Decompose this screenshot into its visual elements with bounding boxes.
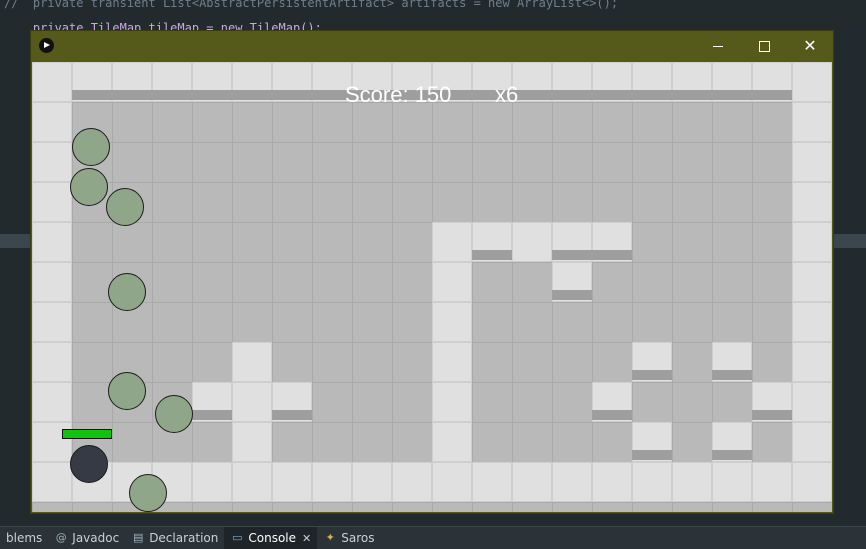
enemy	[72, 128, 110, 166]
wall-shadow	[552, 250, 592, 260]
at-sign-icon: @	[55, 531, 67, 544]
wall-shadow	[712, 370, 752, 380]
wall-tile	[32, 142, 72, 182]
wall-tile	[432, 302, 472, 342]
wall-shadow	[712, 450, 752, 460]
wall-tile	[32, 222, 72, 262]
wall-tile	[472, 462, 512, 502]
tab-label: blems	[6, 531, 43, 545]
wall-tile	[712, 462, 752, 502]
wall-tile	[792, 142, 832, 182]
tab-label: Javadoc	[72, 531, 120, 545]
enemy	[108, 372, 146, 410]
wall-tile	[232, 342, 272, 382]
wall-shadow	[272, 410, 312, 420]
wall-tile	[792, 62, 832, 102]
wall-tile	[32, 102, 72, 142]
minimize-icon	[713, 46, 723, 47]
wall-tile	[432, 382, 472, 422]
wall-shadow	[472, 250, 512, 260]
app-play-icon	[39, 38, 54, 53]
wall-shadow	[592, 410, 632, 420]
wall-tile	[432, 342, 472, 382]
tab-label: Console	[248, 531, 297, 545]
wall-tile	[432, 262, 472, 302]
close-icon[interactable]: ✕	[302, 532, 311, 545]
wall-tile	[32, 382, 72, 422]
close-icon: ✕	[803, 36, 817, 55]
wall-shadow	[632, 370, 672, 380]
wall-tile	[32, 302, 72, 342]
wall-shadow	[592, 250, 632, 260]
wall-tile	[232, 422, 272, 462]
wall-tile	[592, 462, 632, 502]
wall-tile	[792, 302, 832, 342]
wall-tile	[32, 262, 72, 302]
wall-tile	[512, 222, 552, 262]
maximize-icon	[758, 41, 770, 52]
wall-tile	[32, 422, 72, 462]
wall-tile	[792, 102, 832, 142]
tab-label: Declaration	[149, 531, 219, 545]
enemy	[70, 168, 108, 206]
saros-icon: ✦	[325, 531, 335, 544]
multiplier-label: x6	[495, 82, 519, 107]
tab-problems[interactable]: blems	[0, 527, 48, 549]
tab-console[interactable]: ▭ Console ✕	[224, 527, 318, 549]
game-canvas[interactable]: Score: 150 x6	[32, 62, 832, 512]
tab-saros[interactable]: ✦ Saros	[317, 527, 380, 549]
wall-tile	[32, 182, 72, 222]
game-window: ✕ Score: 150 x6	[31, 31, 833, 513]
wall-shadow	[192, 410, 232, 420]
window-titlebar[interactable]: ✕	[31, 31, 833, 61]
close-button[interactable]: ✕	[787, 31, 833, 61]
wall-shadow	[552, 290, 592, 300]
wall-tile	[632, 462, 672, 502]
wall-tile	[392, 462, 432, 502]
wall-tile	[32, 62, 72, 102]
wall-tile	[432, 422, 472, 462]
wall-tile	[432, 462, 472, 502]
score-label: Score: 150	[345, 82, 452, 107]
enemy	[106, 188, 144, 226]
wall-tile	[232, 462, 272, 502]
ide-bottom-tabbar: blems @ Javadoc ▤ Declaration ▭ Console …	[0, 526, 866, 549]
wall-tile	[432, 222, 472, 262]
wall-tile	[792, 382, 832, 422]
wall-tile	[792, 462, 832, 502]
player	[70, 445, 108, 483]
wall-shadow	[752, 410, 792, 420]
wall-tile	[792, 262, 832, 302]
wall-tile	[192, 462, 232, 502]
player-health-fill	[63, 430, 111, 438]
wall-tile	[512, 462, 552, 502]
tab-javadoc[interactable]: @ Javadoc	[48, 527, 125, 549]
minimize-button[interactable]	[695, 31, 741, 61]
player-health-bar	[62, 429, 112, 439]
enemy	[129, 474, 167, 512]
wall-shadow	[632, 450, 672, 460]
console-icon: ▭	[232, 531, 243, 544]
wall-tile	[352, 462, 392, 502]
wall-tile	[272, 462, 312, 502]
wall-tile	[312, 462, 352, 502]
wall-tile	[792, 182, 832, 222]
declaration-icon: ▤	[132, 531, 144, 544]
wall-tile	[752, 462, 792, 502]
enemy	[155, 395, 193, 433]
wall-tile	[32, 342, 72, 382]
maximize-button[interactable]	[741, 31, 787, 61]
wall-tile	[32, 462, 72, 502]
enemy	[108, 273, 146, 311]
wall-tile	[552, 462, 592, 502]
wall-tile	[792, 222, 832, 262]
wall-tile	[232, 382, 272, 422]
wall-tile	[792, 422, 832, 462]
wall-tile	[792, 342, 832, 382]
wall-tile	[672, 462, 712, 502]
code-line: // private transient List<AbstractPersis…	[4, 0, 619, 10]
tab-declaration[interactable]: ▤ Declaration	[125, 527, 224, 549]
tab-label: Saros	[341, 531, 375, 545]
